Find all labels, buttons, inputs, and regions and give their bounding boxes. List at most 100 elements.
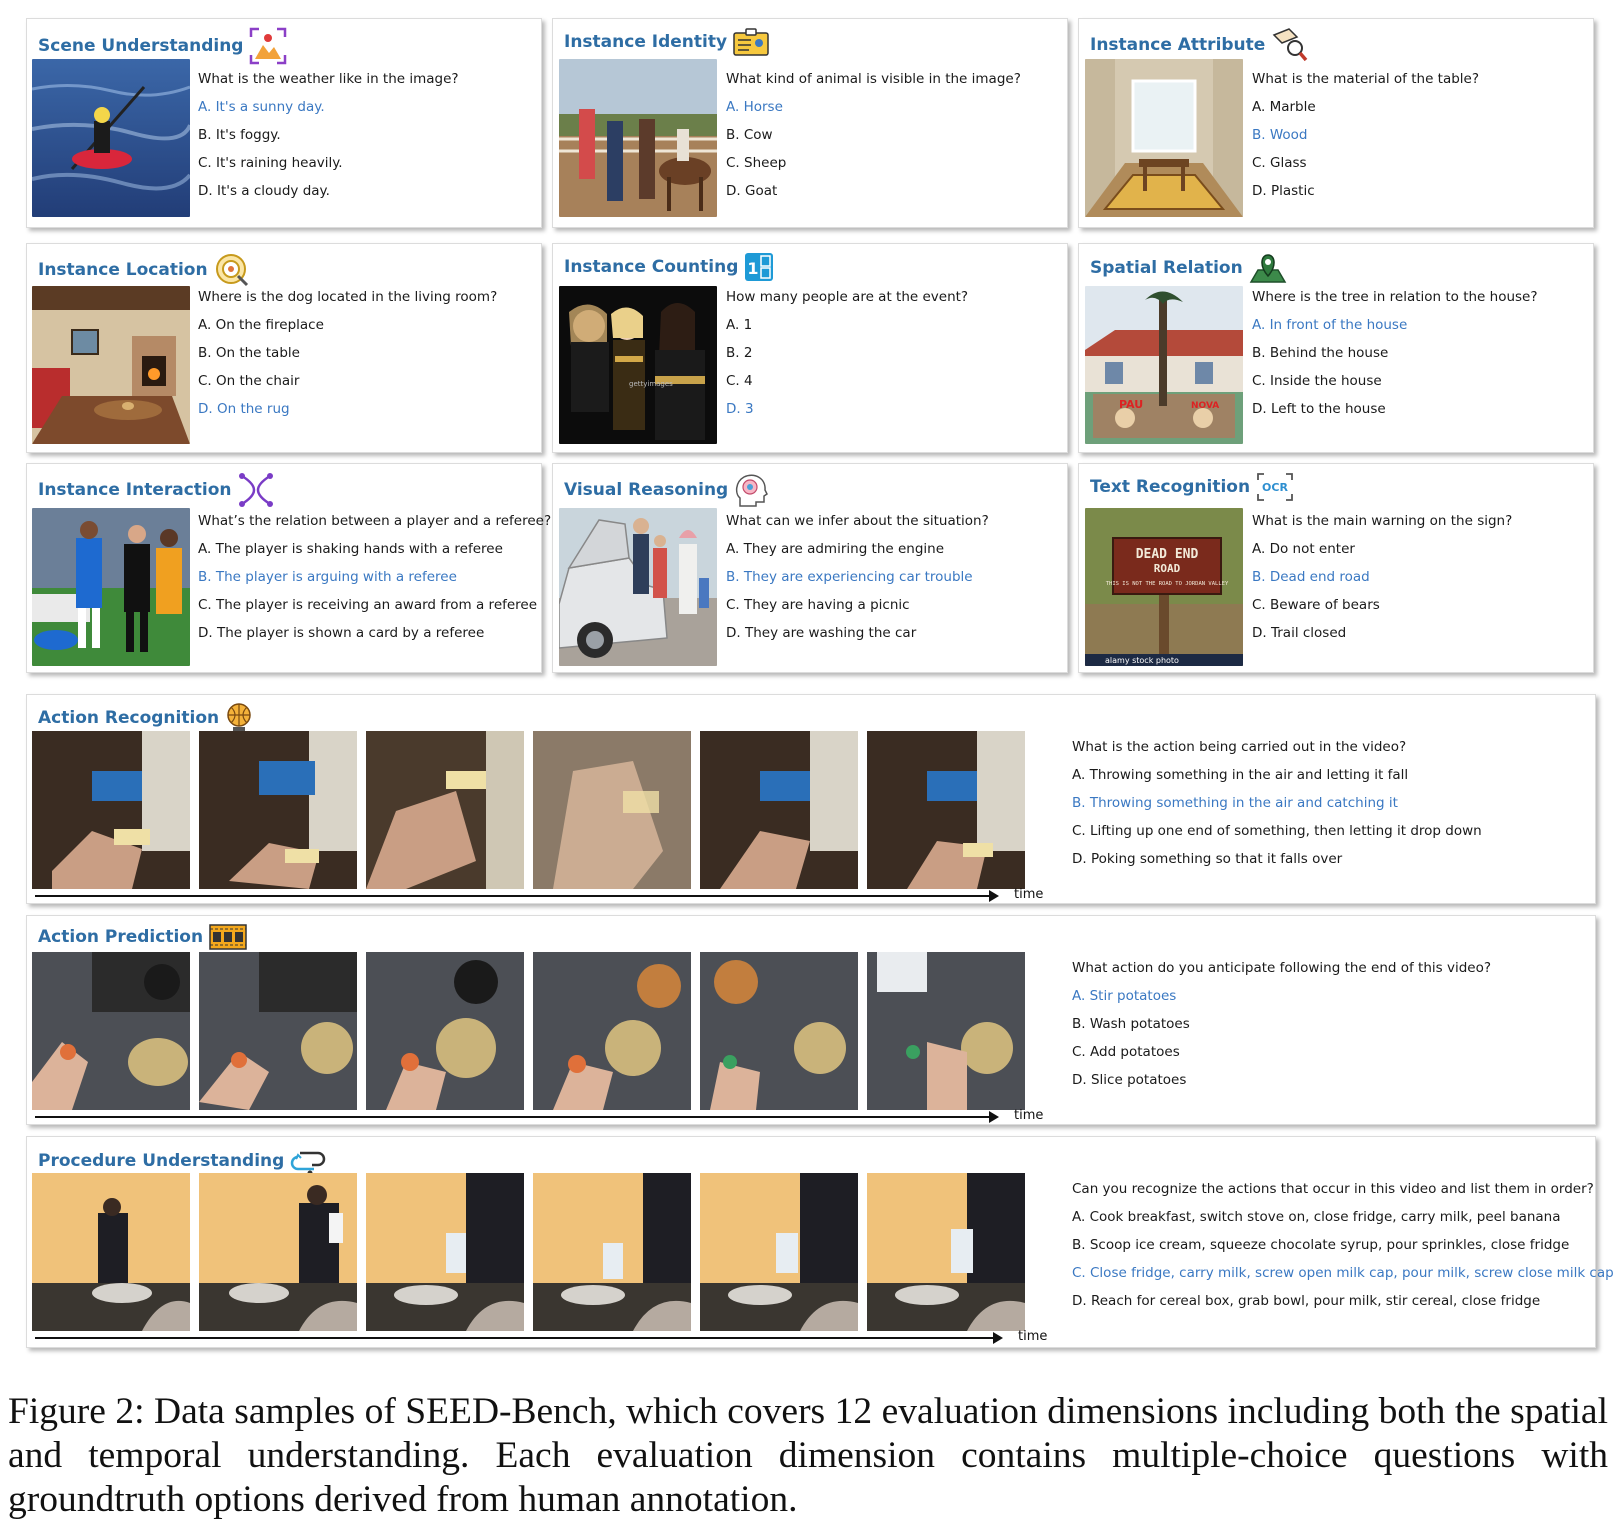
option-d[interactable]: D. The player is shown a card by a refer… — [198, 619, 551, 647]
video-frame — [32, 731, 190, 889]
panel-title-text: Instance Attribute — [1090, 35, 1266, 55]
video-frame — [199, 731, 357, 889]
ocr-image-sign: DEAD END ROAD THIS IS NOT THE ROAD TO JO… — [1085, 508, 1243, 666]
question-text: What’s the relation between a player and… — [198, 513, 552, 529]
panel-title-text: Action Prediction — [38, 927, 204, 947]
option-c[interactable]: C. Add potatoes — [1072, 1038, 1491, 1066]
video-frame — [867, 952, 1025, 1110]
option-b[interactable]: B. 2 — [726, 339, 968, 367]
panel-title-text: Text Recognition — [1090, 477, 1251, 497]
option-b[interactable]: B. On the table — [198, 339, 497, 367]
option-a[interactable]: A. On the fireplace — [198, 311, 497, 339]
qa-block: What is the main warning on the sign? A.… — [1252, 507, 1512, 647]
option-d[interactable]: D. On the rug — [198, 395, 497, 423]
option-a[interactable]: A. Do not enter — [1252, 535, 1512, 563]
option-a[interactable]: A. Horse — [726, 93, 1021, 121]
option-d[interactable]: D. Reach for cereal box, grab bowl, pour… — [1072, 1287, 1614, 1315]
option-c[interactable]: C. Inside the house — [1252, 367, 1538, 395]
location-image-living-room — [32, 286, 190, 444]
panel-title-text: Spatial Relation — [1090, 258, 1243, 278]
time-label: time — [1018, 1329, 1048, 1344]
panel-title: Instance Counting 1 — [564, 252, 774, 282]
video-frame — [366, 1173, 524, 1331]
time-axis — [35, 1111, 999, 1123]
video-frame — [366, 731, 524, 889]
time-label: time — [1014, 1108, 1044, 1123]
option-d[interactable]: D. Trail closed — [1252, 619, 1512, 647]
option-b[interactable]: B. They are experiencing car trouble — [726, 563, 989, 591]
panel-text-recognition: Text Recognition OCR DEAD END ROAD THIS … — [1078, 463, 1594, 673]
option-b[interactable]: B. Wood — [1252, 121, 1479, 149]
video-frame — [32, 1173, 190, 1331]
option-a[interactable]: A. Cook breakfast, switch stove on, clos… — [1072, 1203, 1614, 1231]
option-a[interactable]: A. The player is shaking hands with a re… — [198, 535, 551, 563]
question-text: What is the main warning on the sign? — [1252, 513, 1513, 529]
panel-instance-identity: Instance Identity What kind of animal is… — [552, 18, 1068, 228]
qa-block: What can we infer about the situation? A… — [726, 507, 989, 647]
option-d[interactable]: D. Plastic — [1252, 177, 1479, 205]
option-c[interactable]: C. They are having a picnic — [726, 591, 989, 619]
option-b[interactable]: B. The player is arguing with a referee — [198, 563, 551, 591]
panel-title-text: Scene Understanding — [38, 36, 244, 56]
svg-text:1: 1 — [748, 259, 759, 278]
film-strip-icon — [209, 924, 247, 950]
panel-instance-attribute: Instance Attribute What is the material … — [1078, 18, 1594, 228]
option-d[interactable]: D. 3 — [726, 395, 968, 423]
option-b[interactable]: B. Wash potatoes — [1072, 1010, 1491, 1038]
option-d[interactable]: D. Poking something so that it falls ove… — [1072, 845, 1482, 873]
option-b[interactable]: B. Scoop ice cream, squeeze chocolate sy… — [1072, 1231, 1614, 1259]
option-d[interactable]: D. Goat — [726, 177, 1021, 205]
option-c[interactable]: C. Sheep — [726, 149, 1021, 177]
option-a[interactable]: A. It's a sunny day. — [198, 93, 459, 121]
panel-title: Instance Attribute — [1090, 27, 1309, 63]
option-a[interactable]: A. Stir potatoes — [1072, 982, 1491, 1010]
interaction-icon — [238, 473, 273, 507]
option-c[interactable]: C. Close fridge, carry milk, screw open … — [1072, 1259, 1614, 1287]
video-frame — [533, 1173, 691, 1331]
option-d[interactable]: D. They are washing the car — [726, 619, 989, 647]
option-c[interactable]: C. Lifting up one end of something, then… — [1072, 817, 1482, 845]
video-frame — [533, 731, 691, 889]
qa-block: What is the weather like in the image? A… — [198, 65, 459, 205]
option-a[interactable]: A. Throwing something in the air and let… — [1072, 761, 1482, 789]
option-d[interactable]: D. Slice potatoes — [1072, 1066, 1491, 1094]
option-c[interactable]: C. Glass — [1252, 149, 1479, 177]
basketball-icon — [227, 703, 251, 732]
panel-title-text: Procedure Understanding — [38, 1151, 285, 1171]
qa-block: What is the action being carried out in … — [1072, 733, 1482, 873]
panel-title-text: Instance Location — [38, 260, 208, 280]
panel-instance-counting: Instance Counting 1 gettyimages How many… — [552, 243, 1068, 453]
option-a[interactable]: A. Marble — [1252, 93, 1479, 121]
identity-image-horses — [559, 59, 717, 217]
question-text: Can you recognize the actions that occur… — [1072, 1181, 1594, 1197]
qa-block: How many people are at the event? A. 1 B… — [726, 283, 968, 423]
option-c[interactable]: C. Beware of bears — [1252, 591, 1512, 619]
figure-caption: Figure 2: Data samples of SEED-Bench, wh… — [8, 1391, 1608, 1520]
svg-text:alamy stock photo: alamy stock photo — [1105, 656, 1179, 665]
panel-instance-interaction: Instance Interaction What’s the relation… — [26, 463, 551, 673]
panel-visual-reasoning: Visual Reasoning What can we infer about… — [552, 463, 1068, 673]
option-a[interactable]: A. 1 — [726, 311, 968, 339]
option-d[interactable]: D. Left to the house — [1252, 395, 1538, 423]
interaction-image-football — [32, 508, 190, 666]
svg-text:ROAD: ROAD — [1154, 562, 1181, 575]
svg-text:DEAD END: DEAD END — [1136, 547, 1199, 562]
option-c[interactable]: C. 4 — [726, 367, 968, 395]
option-b[interactable]: B. Cow — [726, 121, 1021, 149]
panel-title-text: Visual Reasoning — [564, 480, 729, 500]
option-b[interactable]: B. Dead end road — [1252, 563, 1512, 591]
option-c[interactable]: C. The player is receiving an award from… — [198, 591, 551, 619]
panel-title-text: Action Recognition — [38, 708, 220, 728]
option-b[interactable]: B. Throwing something in the air and cat… — [1072, 789, 1482, 817]
option-d[interactable]: D. It's a cloudy day. — [198, 177, 459, 205]
panel-procedure-understanding: Procedure Understanding time Can you rec… — [26, 1136, 1614, 1348]
option-a[interactable]: A. In front of the house — [1252, 311, 1538, 339]
option-c[interactable]: C. On the chair — [198, 367, 497, 395]
option-c[interactable]: C. It's raining heavily. — [198, 149, 459, 177]
option-a[interactable]: A. They are admiring the engine — [726, 535, 989, 563]
panel-scene-understanding: Scene Understanding What is the weather … — [26, 18, 542, 228]
question-text: What can we infer about the situation? — [726, 513, 989, 529]
question-text: What kind of animal is visible in the im… — [726, 71, 1021, 87]
option-b[interactable]: B. It's foggy. — [198, 121, 459, 149]
option-b[interactable]: B. Behind the house — [1252, 339, 1538, 367]
